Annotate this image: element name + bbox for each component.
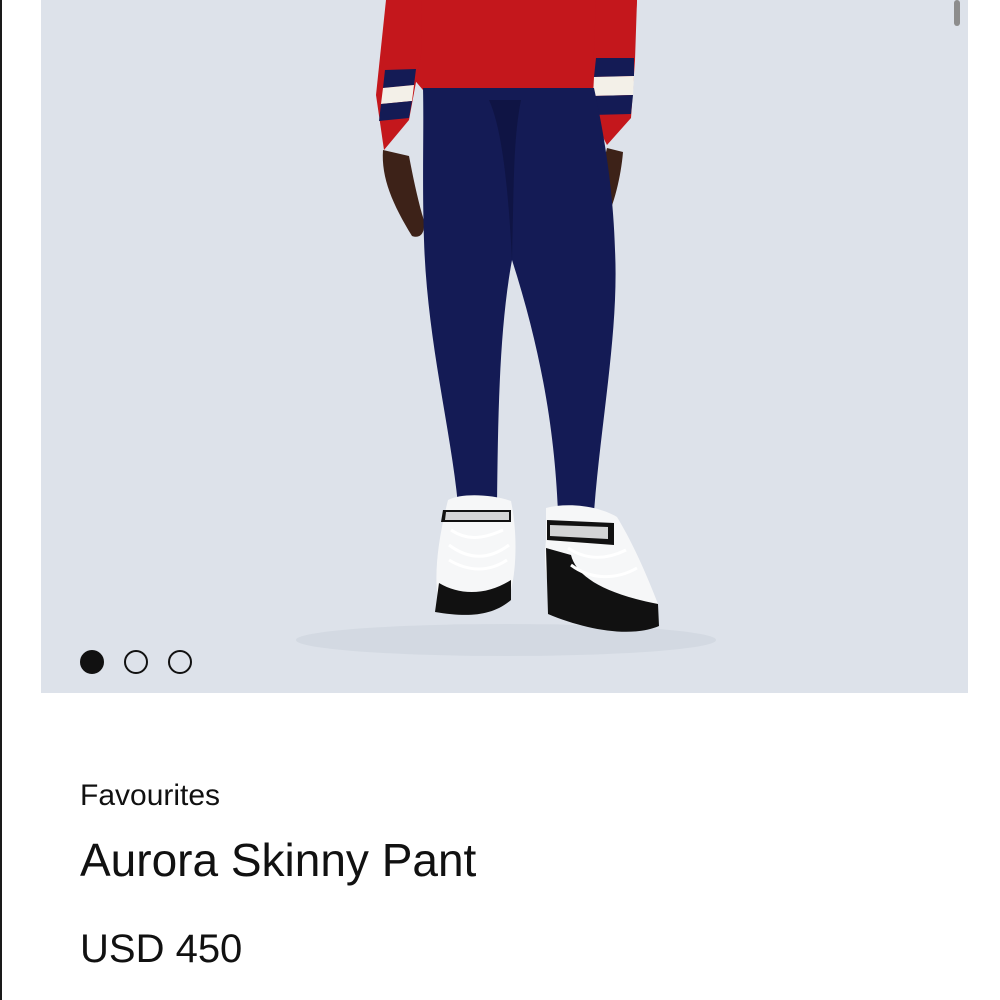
- carousel-dot-2[interactable]: [124, 650, 148, 674]
- product-image-carousel[interactable]: [41, 0, 968, 693]
- product-price: USD 450: [80, 926, 243, 971]
- product-detail-screen: Favourites Aurora Skinny Pant USD 450: [0, 0, 1000, 1000]
- product-image[interactable]: [41, 0, 968, 693]
- product-info: Favourites Aurora Skinny Pant USD 450: [80, 760, 960, 973]
- carousel-dot-1[interactable]: [80, 650, 104, 674]
- carousel-pagination[interactable]: [80, 650, 192, 674]
- screen-edge: [0, 0, 2, 1000]
- product-category[interactable]: Favourites: [80, 778, 960, 814]
- carousel-dot-3[interactable]: [168, 650, 192, 674]
- product-title: Aurora Skinny Pant: [80, 834, 477, 886]
- scrollbar[interactable]: [954, 0, 960, 26]
